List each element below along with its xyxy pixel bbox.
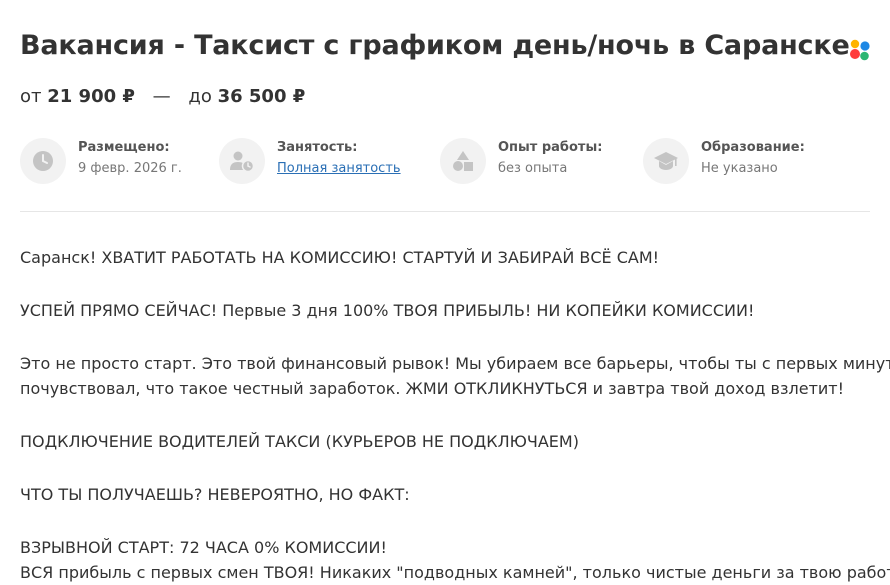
salary-range: от 21 900 ₽ — до 36 500 ₽ [20, 86, 305, 107]
graduation-cap-icon [643, 138, 689, 184]
salary-from-prefix: от [20, 86, 42, 107]
salary-to-amount: 36 500 ₽ [217, 86, 306, 107]
meta-employment-label: Занятость: [277, 140, 358, 155]
shapes-icon [440, 138, 486, 184]
vacancy-description: Саранск! ХВАТИТ РАБОТАТЬ НА КОМИССИЮ! СТ… [20, 245, 890, 585]
meta-experience-label: Опыт работы: [498, 140, 603, 155]
user-clock-icon [219, 138, 265, 184]
page-title: Вакансия - Таксист с графиком день/ночь … [20, 30, 850, 61]
meta-education-value: Не указано [701, 161, 778, 176]
colored-dots-logo [850, 39, 870, 61]
description-paragraph: ПОДКЛЮЧЕНИЕ ВОДИТЕЛЕЙ ТАКСИ (КУРЬЕРОВ НЕ… [20, 432, 579, 451]
meta-education-label: Образование: [701, 140, 805, 155]
clock-icon [20, 138, 66, 184]
meta-experience-value: без опыта [498, 161, 568, 176]
salary-to-prefix: до [188, 86, 212, 107]
description-line: почувствовал, что такое честный заработо… [20, 379, 845, 398]
description-line: Это не просто старт. Это твой финансовый… [20, 354, 890, 373]
description-paragraph: УСПЕЙ ПРЯМО СЕЙЧАС! Первые 3 дня 100% ТВ… [20, 301, 755, 320]
meta-posted-label: Размещено: [78, 140, 170, 155]
vacancy-meta: Размещено: 9 февр. 2026 г. Занятость: По… [20, 136, 870, 186]
salary-from-amount: 21 900 ₽ [47, 86, 135, 107]
employment-type-link[interactable]: Полная занятость [277, 161, 401, 176]
description-line: ВСЯ прибыль с первых смен ТВОЯ! Никаких … [20, 563, 890, 582]
description-paragraph: Саранск! ХВАТИТ РАБОТАТЬ НА КОМИССИЮ! СТ… [20, 248, 660, 267]
meta-posted-value: 9 февр. 2026 г. [78, 161, 182, 176]
description-paragraph: ЧТО ТЫ ПОЛУЧАЕШЬ? НЕВЕРОЯТНО, НО ФАКТ: [20, 485, 410, 504]
divider [20, 211, 870, 212]
salary-separator: — [152, 86, 171, 107]
description-line: ВЗРЫВНОЙ СТАРТ: 72 ЧАСА 0% КОМИССИИ! [20, 538, 387, 557]
